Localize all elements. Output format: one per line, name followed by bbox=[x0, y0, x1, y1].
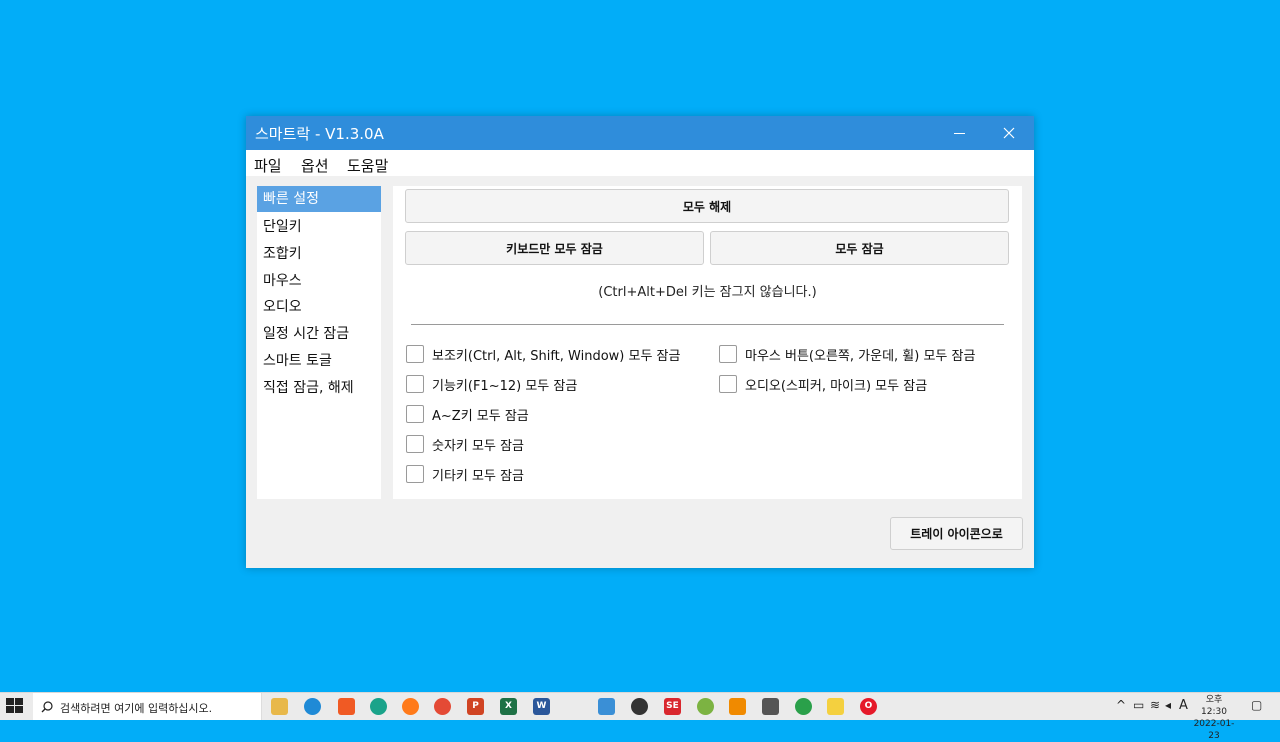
sidebar-item-timed-lock[interactable]: 일정 시간 잠금 bbox=[257, 321, 381, 347]
minimize-button[interactable] bbox=[936, 116, 982, 150]
checkbox-label: 오디오(스피커, 마이크) 모두 잠금 bbox=[745, 378, 928, 394]
to-tray-button[interactable]: 트레이 아이콘으로 bbox=[890, 517, 1023, 550]
unlock-all-button[interactable]: 모두 해제 bbox=[405, 189, 1009, 223]
checkbox[interactable] bbox=[406, 405, 424, 423]
windows-logo-icon-part bbox=[15, 706, 23, 713]
sidebar-item-audio[interactable]: 오디오 bbox=[257, 294, 381, 320]
firefox-icon[interactable] bbox=[402, 698, 419, 715]
checkbox-label: A~Z키 모두 잠금 bbox=[432, 408, 529, 424]
menu-help[interactable]: 도움말 bbox=[347, 155, 388, 176]
divider bbox=[411, 324, 1004, 325]
search-placeholder: 검색하려면 여기에 입력하십시오. bbox=[60, 702, 213, 715]
powerpoint-icon[interactable]: P bbox=[467, 698, 484, 715]
checkbox[interactable] bbox=[406, 345, 424, 363]
checkbox-other-keys[interactable]: 기타키 모두 잠금 bbox=[406, 463, 524, 485]
lock-all-button[interactable]: 모두 잠금 bbox=[710, 231, 1009, 265]
checkbox-label: 보조키(Ctrl, Alt, Shift, Window) 모두 잠금 bbox=[432, 348, 681, 364]
chrome-icon[interactable] bbox=[434, 698, 451, 715]
checkbox-label: 기능키(F1~12) 모두 잠금 bbox=[432, 378, 578, 394]
checkbox-modifier-keys[interactable]: 보조키(Ctrl, Alt, Shift, Window) 모두 잠금 bbox=[406, 343, 680, 365]
calculator-icon[interactable] bbox=[762, 698, 779, 715]
checkbox-mouse-buttons[interactable]: 마우스 버튼(오른쪽, 가운데, 휠) 모두 잠금 bbox=[719, 343, 975, 365]
sidebar-item-single-key[interactable]: 단일키 bbox=[257, 214, 381, 240]
sidebar-item-combo-key[interactable]: 조합키 bbox=[257, 241, 381, 267]
windows-logo-icon-part bbox=[15, 698, 23, 705]
close-button[interactable] bbox=[986, 116, 1032, 150]
chrome-alt-icon[interactable] bbox=[795, 698, 812, 715]
search-app-icon[interactable] bbox=[631, 698, 648, 715]
ime-indicator[interactable]: A bbox=[1179, 698, 1188, 713]
ctrl-alt-del-note: (Ctrl+Alt+Del 키는 잠그지 않습니다.) bbox=[598, 285, 817, 300]
checkbox-function-keys[interactable]: 기능키(F1~12) 모두 잠금 bbox=[406, 373, 577, 395]
checkbox[interactable] bbox=[719, 375, 737, 393]
file-explorer-icon[interactable] bbox=[271, 698, 288, 715]
sidebar-item-smart-toggle[interactable]: 스마트 토글 bbox=[257, 348, 381, 374]
sidebar-item-manual-lock[interactable]: 직접 잠금, 해제 bbox=[257, 375, 381, 401]
checkbox[interactable] bbox=[406, 465, 424, 483]
menu-file[interactable]: 파일 bbox=[254, 155, 282, 176]
brave-icon[interactable] bbox=[338, 698, 355, 715]
app-icon[interactable] bbox=[370, 698, 387, 715]
lock-keyboard-only-button[interactable]: 키보드만 모두 잠금 bbox=[405, 231, 704, 265]
excel-icon[interactable]: X bbox=[500, 698, 517, 715]
minimize-icon bbox=[953, 132, 965, 134]
notification-icon[interactable]: ▢ bbox=[1251, 698, 1262, 712]
volume-icon[interactable]: ◂ bbox=[1165, 698, 1171, 712]
quick-settings-panel: 모두 해제 키보드만 모두 잠금 모두 잠금 (Ctrl+Alt+Del 키는 … bbox=[393, 186, 1022, 499]
menu-bar: 파일 옵션 도움말 bbox=[246, 150, 1034, 176]
word-icon[interactable]: W bbox=[533, 698, 550, 715]
taskbar: 검색하려면 여기에 입력하십시오. P X W SE O ^ ▭ ≋ ◂ A 오… bbox=[0, 692, 1280, 741]
vlc-icon[interactable] bbox=[729, 698, 746, 715]
checkbox-label: 기타키 모두 잠금 bbox=[432, 468, 524, 484]
clock-time: 오후 12:30 bbox=[1201, 695, 1227, 717]
network-icon[interactable]: ▭ bbox=[1133, 698, 1144, 712]
close-icon bbox=[1003, 127, 1015, 139]
se-icon[interactable]: SE bbox=[664, 698, 681, 715]
edge-icon[interactable] bbox=[304, 698, 321, 715]
android-icon[interactable] bbox=[697, 698, 714, 715]
sticky-notes-icon[interactable] bbox=[827, 698, 844, 715]
windows-logo-icon bbox=[6, 698, 14, 705]
menu-options[interactable]: 옵션 bbox=[301, 155, 329, 176]
checkbox-audio[interactable]: 오디오(스피커, 마이크) 모두 잠금 bbox=[719, 373, 927, 395]
clock-date: 2022-01-23 bbox=[1193, 719, 1235, 741]
checkbox-letter-keys[interactable]: A~Z키 모두 잠금 bbox=[406, 403, 529, 425]
title-bar[interactable]: 스마트락 - V1.3.0A bbox=[246, 116, 1034, 150]
sidebar-item-quick-settings[interactable]: 빠른 설정 bbox=[257, 186, 381, 212]
checkbox-number-keys[interactable]: 숫자키 모두 잠금 bbox=[406, 433, 524, 455]
checkbox[interactable] bbox=[406, 435, 424, 453]
sidebar-item-mouse[interactable]: 마우스 bbox=[257, 268, 381, 294]
chevron-up-icon[interactable]: ^ bbox=[1116, 698, 1126, 712]
checkbox[interactable] bbox=[406, 375, 424, 393]
checkbox[interactable] bbox=[719, 345, 737, 363]
window-title: 스마트락 - V1.3.0A bbox=[255, 125, 384, 143]
checkbox-label: 마우스 버튼(오른쪽, 가운데, 휠) 모두 잠금 bbox=[745, 348, 976, 364]
smartlock-window: 스마트락 - V1.3.0A 파일 옵션 도움말 빠른 설정 단일키 조합키 마… bbox=[246, 116, 1034, 568]
wifi-icon[interactable]: ≋ bbox=[1150, 698, 1160, 712]
clock[interactable]: 오후 12:30 2022-01-23 bbox=[1192, 694, 1236, 742]
opera-icon[interactable]: O bbox=[860, 698, 877, 715]
checkbox-label: 숫자키 모두 잠금 bbox=[432, 438, 524, 454]
start-button[interactable] bbox=[6, 698, 26, 716]
windows-logo-icon-part bbox=[6, 706, 14, 713]
taskbar-search[interactable]: 검색하려면 여기에 입력하십시오. bbox=[33, 693, 262, 720]
remote-desktop-icon[interactable] bbox=[598, 698, 615, 715]
sidebar-nav: 빠른 설정 단일키 조합키 마우스 오디오 일정 시간 잠금 스마트 토글 직접… bbox=[257, 186, 381, 499]
search-icon bbox=[41, 701, 53, 713]
